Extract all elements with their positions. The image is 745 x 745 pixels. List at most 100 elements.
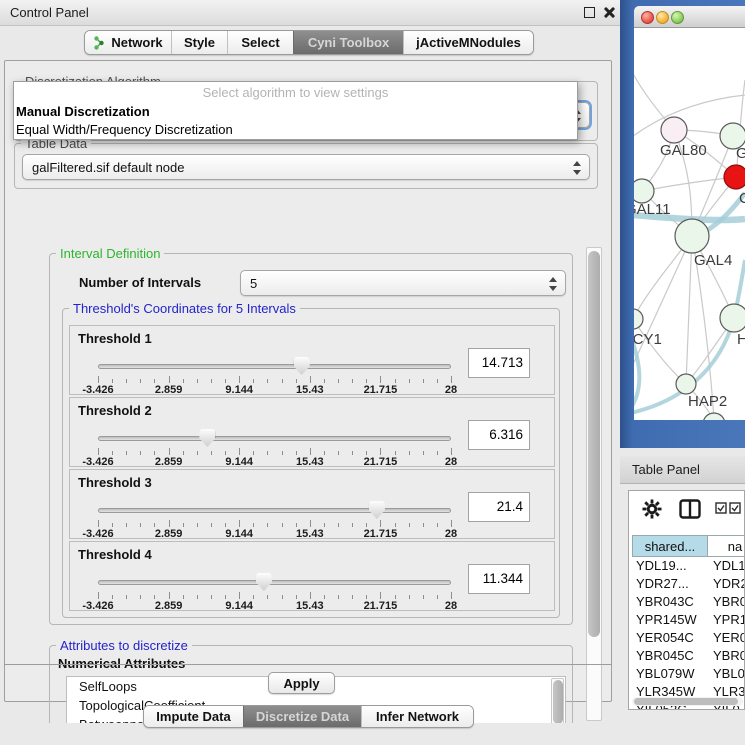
network-node-h[interactable] [720, 304, 745, 332]
minimize-traffic-light-icon[interactable] [656, 11, 669, 24]
float-window-icon[interactable] [584, 7, 595, 18]
scale-label: 21.715 [364, 600, 398, 612]
threshold-label: Threshold 4 [78, 547, 152, 562]
scale-label: 9.144 [225, 456, 253, 468]
tab-infer-network[interactable]: Infer Network [361, 706, 473, 727]
number-of-intervals-combobox[interactable]: 5 [240, 270, 566, 296]
slider-track[interactable] [98, 508, 451, 513]
network-node-hap2[interactable] [676, 374, 696, 394]
slider-scale-labels: -3.4262.8599.14415.4321.71528 [98, 456, 451, 468]
scale-label: -3.426 [82, 600, 113, 612]
scale-label: 21.715 [364, 528, 398, 540]
threshold-slider[interactable]: -3.4262.8599.14415.4321.71528 [98, 356, 451, 394]
settings-scroll-area: Interval Definition Number of Intervals … [18, 247, 602, 723]
close-icon[interactable] [603, 7, 614, 18]
slider-thumb[interactable] [369, 501, 385, 519]
tab-label: Cyni Toolbox [308, 35, 389, 50]
tab-label: Select [241, 35, 279, 50]
table-row[interactable]: YPR145WYPR1 [632, 611, 745, 629]
node-label: G [736, 145, 745, 162]
table-panel: shared...naYDL19...YDL1YDR27...YDR2YBR04… [628, 490, 745, 710]
number-of-intervals-label: Number of Intervals [79, 275, 201, 290]
table-column-header[interactable]: na [708, 536, 745, 556]
settings-scrollbar-thumb[interactable] [588, 251, 600, 637]
table-column-header[interactable]: shared... [632, 536, 708, 556]
network-node-gal11[interactable] [634, 179, 654, 203]
tab-impute-data[interactable]: Impute Data [144, 706, 243, 727]
network-node-c[interactable] [724, 165, 745, 189]
close-traffic-light-icon[interactable] [641, 11, 654, 24]
network-graph: GAL80GCGAL11GAL4GCY1HHAP2 [634, 28, 745, 420]
network-node[interactable] [703, 413, 725, 420]
network-node-gal4[interactable] [675, 219, 709, 253]
table-row[interactable]: YER054CYER0 [632, 629, 745, 647]
slider-track[interactable] [98, 580, 451, 585]
tab-label: jActiveMNodules [416, 35, 521, 50]
network-canvas[interactable]: GAL80GCGAL11GAL4GCY1HHAP2 [634, 28, 745, 420]
table-row[interactable]: YBL079WYBL0 [632, 665, 745, 683]
table-data-group: Table Data galFiltered.sif default node [14, 143, 598, 189]
slider-scale-labels: -3.4262.8599.14415.4321.71528 [98, 600, 451, 612]
scale-label: 15.43 [296, 384, 324, 396]
table-row[interactable]: YDR27...YDR2 [632, 575, 745, 593]
table-hscroll-thumb[interactable] [634, 698, 738, 705]
tab-network[interactable]: Network [85, 31, 171, 54]
table-row[interactable]: YBR043CYBR0 [632, 593, 745, 611]
network-node-gcy1[interactable] [634, 309, 643, 329]
table-row[interactable]: YDL19...YDL1 [632, 557, 745, 575]
threshold-panel-4: Threshold 4 -3.4262.8599.14415.4321.71528… [69, 541, 555, 611]
scale-label: 9.144 [225, 384, 253, 396]
table-data-selected-value: galFiltered.sif default node [32, 160, 184, 175]
table-data-combobox[interactable]: galFiltered.sif default node [22, 154, 590, 180]
gear-icon[interactable] [642, 499, 662, 519]
threshold-value-field[interactable]: 14.713 [468, 348, 530, 378]
scale-label: 28 [445, 600, 457, 612]
table-header-row: shared...na [632, 535, 745, 557]
network-window-titlebar [634, 6, 745, 28]
slider-thumb[interactable] [294, 357, 310, 375]
slider-thumb[interactable] [256, 573, 272, 591]
table-cell: YDR27... [632, 575, 708, 593]
attributes-group-title: Attributes to discretize [56, 638, 192, 653]
network-edge [634, 319, 686, 384]
threshold-slider[interactable]: -3.4262.8599.14415.4321.71528 [98, 572, 451, 610]
tab-label: Network [111, 35, 162, 50]
node-label: GAL80 [660, 142, 707, 159]
threshold-value-field[interactable]: 11.344 [468, 564, 530, 594]
threshold-value-field[interactable]: 6.316 [468, 420, 530, 450]
tab-cyni-toolbox[interactable]: Cyni Toolbox [293, 31, 403, 54]
apply-button[interactable]: Apply [268, 672, 335, 694]
threshold-label: Threshold 2 [78, 403, 152, 418]
combo-stepper-icon [572, 159, 582, 177]
threshold-label: Threshold 1 [78, 331, 152, 346]
threshold-panel-3: Threshold 3-3.4262.8599.14415.4321.71528… [69, 469, 555, 539]
attributes-list-scrollbar[interactable] [551, 678, 564, 723]
threshold-slider[interactable]: -3.4262.8599.14415.4321.71528 [98, 428, 451, 466]
slider-thumb[interactable] [199, 429, 215, 447]
scale-label: -3.426 [82, 456, 113, 468]
select-columns-checkboxes-icon[interactable] [715, 502, 741, 514]
popup-item-equal-width-frequency[interactable]: Equal Width/Frequency Discretization [14, 121, 577, 139]
table-row[interactable]: YBR045CYBR0 [632, 647, 745, 665]
panel-separator [4, 664, 612, 665]
column-layout-icon[interactable] [679, 499, 701, 519]
zoom-traffic-light-icon[interactable] [671, 11, 684, 24]
table-cell: YBR0 [708, 647, 745, 665]
number-of-intervals-value: 5 [250, 276, 257, 291]
network-node-gal80[interactable] [661, 117, 687, 143]
threshold-value-field[interactable]: 21.4 [468, 492, 530, 522]
slider-track[interactable] [98, 436, 451, 441]
tab-discretize-data[interactable]: Discretize Data [243, 706, 361, 727]
settings-scrollbar[interactable] [586, 247, 602, 721]
scale-label: 21.715 [364, 456, 398, 468]
tab-select[interactable]: Select [227, 31, 293, 54]
slider-track[interactable] [98, 364, 451, 369]
popup-item-manual-discretization[interactable]: Manual Discretization [14, 103, 577, 121]
table-cell: YER0 [708, 629, 745, 647]
scale-label: 2.859 [155, 528, 183, 540]
threshold-slider[interactable]: -3.4262.8599.14415.4321.71528 [98, 500, 451, 538]
tab-style[interactable]: Style [171, 31, 227, 54]
cyni-toolbox-panel: Discretization Algorithm Table Data galF… [4, 60, 612, 702]
table-horizontal-scrollbar[interactable] [632, 697, 743, 706]
tab-jactivemnodules[interactable]: jActiveMNodules [403, 31, 533, 54]
